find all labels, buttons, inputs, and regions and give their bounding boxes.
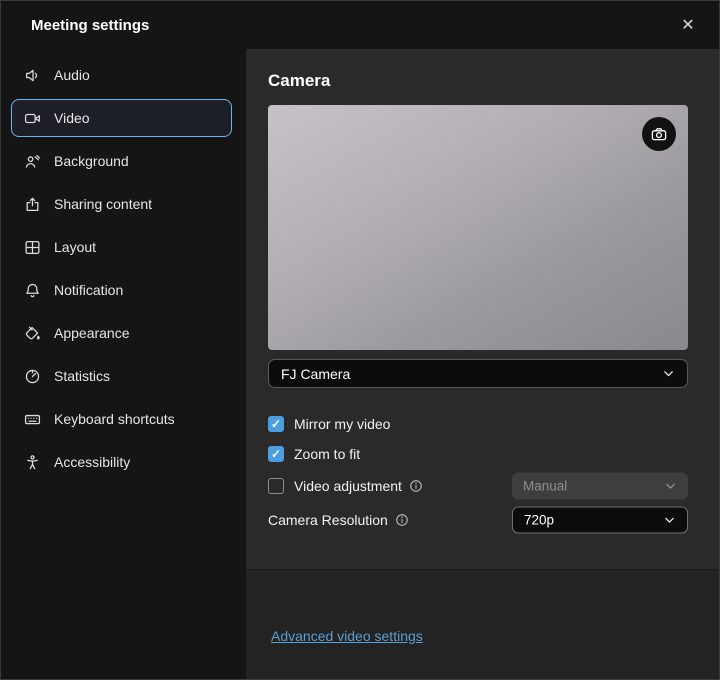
camera-select-value: FJ Camera — [281, 366, 350, 382]
gauge-icon — [24, 368, 41, 385]
info-icon — [409, 479, 423, 493]
sidebar-item-label: Background — [54, 153, 129, 169]
titlebar: Meeting settings ✕ — [1, 1, 719, 49]
sidebar-item-audio[interactable]: Audio — [11, 56, 232, 94]
advanced-video-settings-link[interactable]: Advanced video settings — [271, 628, 423, 644]
window-title: Meeting settings — [31, 17, 149, 34]
camera-resolution-value: 720p — [524, 512, 554, 527]
keyboard-icon — [24, 411, 41, 428]
sidebar-item-notification[interactable]: Notification — [11, 271, 232, 309]
info-icon — [395, 513, 409, 527]
close-icon[interactable]: ✕ — [673, 10, 703, 40]
video-adjustment-mode-value: Manual — [523, 478, 567, 493]
flip-camera-button[interactable] — [642, 117, 676, 151]
mirror-video-row: Mirror my video — [268, 410, 688, 438]
person-background-icon — [24, 153, 41, 170]
section-title: Camera — [268, 71, 688, 91]
sidebar-item-label: Appearance — [54, 325, 130, 341]
video-adjustment-checkbox[interactable] — [268, 478, 284, 494]
camera-icon — [24, 110, 41, 127]
sidebar-item-label: Keyboard shortcuts — [54, 411, 175, 427]
flip-camera-icon — [650, 125, 668, 143]
sidebar-item-sharing-content[interactable]: Sharing content — [11, 185, 232, 223]
camera-resolution-row: Camera Resolution 720p — [268, 504, 688, 535]
meeting-settings-window: Meeting settings ✕ Audio Video Bac — [0, 0, 720, 680]
zoom-to-fit-label: Zoom to fit — [294, 446, 360, 462]
video-settings-panel: Camera FJ Camera — [246, 49, 719, 679]
sidebar-item-statistics[interactable]: Statistics — [11, 357, 232, 395]
grid-icon — [24, 239, 41, 256]
settings-sidebar: Audio Video Background Sharing content — [1, 49, 246, 679]
zoom-to-fit-row: Zoom to fit — [268, 440, 688, 468]
sidebar-item-label: Sharing content — [54, 196, 152, 212]
chevron-down-icon — [662, 367, 675, 380]
sidebar-item-layout[interactable]: Layout — [11, 228, 232, 266]
sidebar-item-label: Notification — [54, 282, 123, 298]
mirror-video-label: Mirror my video — [294, 416, 390, 432]
sidebar-item-label: Statistics — [54, 368, 110, 384]
sidebar-item-label: Accessibility — [54, 454, 130, 470]
panel-footer: Advanced video settings — [246, 569, 719, 679]
paint-bucket-icon — [24, 325, 41, 342]
chevron-down-icon — [664, 479, 677, 492]
sidebar-item-label: Layout — [54, 239, 96, 255]
video-adjustment-row: Video adjustment Manual — [268, 470, 688, 501]
bell-icon — [24, 282, 41, 299]
speaker-icon — [24, 67, 41, 84]
video-adjustment-mode-select: Manual — [512, 472, 688, 499]
zoom-to-fit-checkbox[interactable] — [268, 446, 284, 462]
sidebar-item-video[interactable]: Video — [11, 99, 232, 137]
sidebar-item-appearance[interactable]: Appearance — [11, 314, 232, 352]
sidebar-item-background[interactable]: Background — [11, 142, 232, 180]
mirror-video-checkbox[interactable] — [268, 416, 284, 432]
video-adjustment-label: Video adjustment — [294, 478, 402, 494]
camera-resolution-select[interactable]: 720p — [512, 506, 688, 533]
sidebar-item-accessibility[interactable]: Accessibility — [11, 443, 232, 481]
chevron-down-icon — [663, 513, 676, 526]
sidebar-item-label: Video — [54, 110, 90, 126]
camera-select[interactable]: FJ Camera — [268, 359, 688, 388]
accessibility-icon — [24, 454, 41, 471]
camera-resolution-label: Camera Resolution — [268, 512, 388, 528]
sidebar-item-keyboard-shortcuts[interactable]: Keyboard shortcuts — [11, 400, 232, 438]
sidebar-item-label: Audio — [54, 67, 90, 83]
share-icon — [24, 196, 41, 213]
camera-preview — [268, 105, 688, 350]
